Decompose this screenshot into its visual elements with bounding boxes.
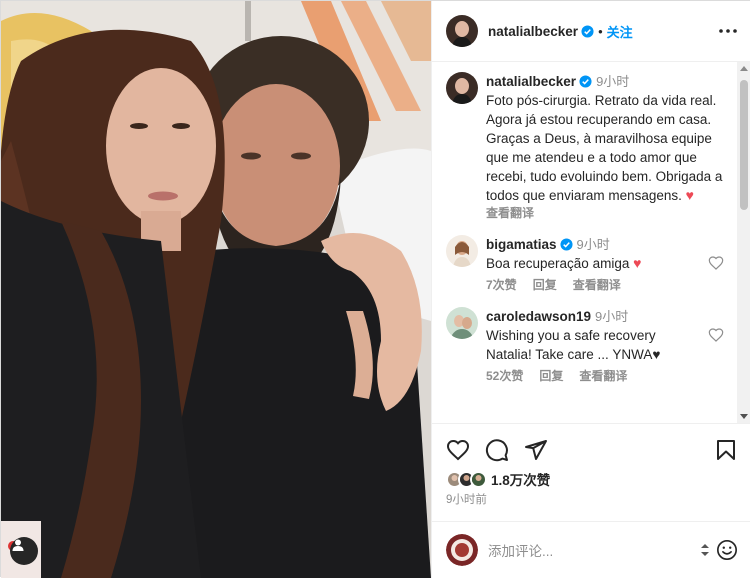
header-separator: • <box>598 23 603 39</box>
scroll-down-arrow-icon[interactable] <box>740 414 748 419</box>
likes-count[interactable]: 1.8万次赞 <box>491 469 550 489</box>
post-header: natalialbecker • 关注 <box>432 1 750 62</box>
person-tag-icon <box>12 539 24 551</box>
commenter-avatar[interactable] <box>446 307 478 339</box>
comment-likes-count[interactable]: 7次赞 <box>486 277 517 293</box>
verified-badge-icon <box>581 24 594 38</box>
post-details-panel: natalialbecker • 关注 natalialbecker 9小时 F… <box>431 1 750 578</box>
author-username[interactable]: natalialbecker <box>488 24 578 39</box>
avatar-image <box>446 235 478 267</box>
likes-summary[interactable]: 1.8万次赞 <box>446 468 550 490</box>
comment-reply-button[interactable]: 回复 <box>533 277 557 293</box>
caption-translate-link[interactable]: 查看翻译 <box>486 205 724 221</box>
comment-input[interactable]: 添加评论... <box>488 540 700 560</box>
avatar-image <box>446 307 478 339</box>
liker-avatar <box>470 470 487 488</box>
comments-scrollbar[interactable] <box>737 62 750 423</box>
avatar-image <box>472 472 485 486</box>
commenter-avatar[interactable] <box>446 235 478 267</box>
bookmark-icon[interactable] <box>714 438 738 462</box>
post-photo[interactable] <box>1 1 431 578</box>
avatar-image <box>446 15 478 47</box>
current-user-avatar <box>446 534 478 566</box>
comment-bubble-icon[interactable] <box>485 438 509 462</box>
input-stepper-icon[interactable] <box>700 542 710 558</box>
avatar-image <box>446 72 478 104</box>
scroll-up-arrow-icon[interactable] <box>740 66 748 71</box>
avatar-image <box>446 534 478 566</box>
photo-tagged-user-button[interactable] <box>10 537 38 565</box>
comment-reply-button[interactable]: 回复 <box>539 368 563 384</box>
photo-illustration <box>1 1 431 578</box>
more-horizontal-icon[interactable] <box>718 23 738 39</box>
post-caption: natalialbecker 9小时 Foto pós-cirurgia. Ret… <box>446 72 724 221</box>
verified-badge-icon <box>579 75 592 88</box>
comment-text: Wishing you a safe recovery Natalia! Tak… <box>486 328 661 362</box>
verified-badge-icon <box>559 238 573 251</box>
comment-translate-link[interactable]: 查看翻译 <box>579 368 627 384</box>
caption-username[interactable]: natalialbecker <box>486 74 576 89</box>
paper-plane-icon[interactable] <box>524 438 548 462</box>
comment-likes-count[interactable]: 52次赞 <box>486 368 523 384</box>
caption-time[interactable]: 9小时 <box>596 74 629 89</box>
comment-text: Boa recuperação amiga <box>486 256 630 271</box>
scrollbar-thumb[interactable] <box>740 80 748 210</box>
heart-outline-icon[interactable] <box>708 255 724 271</box>
comment-username[interactable]: caroledawson19 <box>486 309 591 324</box>
post-modal: natalialbecker • 关注 natalialbecker 9小时 F… <box>0 0 750 578</box>
comment-item: caroledawson19 9小时 Wishing you a safe rec… <box>446 307 724 384</box>
post-timestamp[interactable]: 9小时前 <box>446 491 487 507</box>
comment-time[interactable]: 9小时 <box>577 237 610 252</box>
author-avatar[interactable] <box>446 15 478 47</box>
comment-time[interactable]: 9小时 <box>595 309 628 324</box>
comment-translate-link[interactable]: 查看翻译 <box>573 277 621 293</box>
comment-username[interactable]: bigamatias <box>486 237 557 252</box>
heart-outline-icon[interactable] <box>708 327 724 343</box>
caption-author-avatar[interactable] <box>446 72 478 104</box>
smiley-icon[interactable] <box>716 539 738 561</box>
comment-item: bigamatias 9小时 Boa recuperação amiga ♥ 7次… <box>446 235 724 293</box>
heart-outline-icon[interactable] <box>446 438 470 462</box>
red-heart-emoji: ♥ <box>685 187 694 203</box>
follow-button[interactable]: 关注 <box>607 22 633 41</box>
red-heart-emoji: ♥ <box>633 255 642 271</box>
comments-list[interactable]: natalialbecker 9小时 Foto pós-cirurgia. Ret… <box>432 62 738 423</box>
add-comment-bar: 添加评论... <box>432 521 750 578</box>
